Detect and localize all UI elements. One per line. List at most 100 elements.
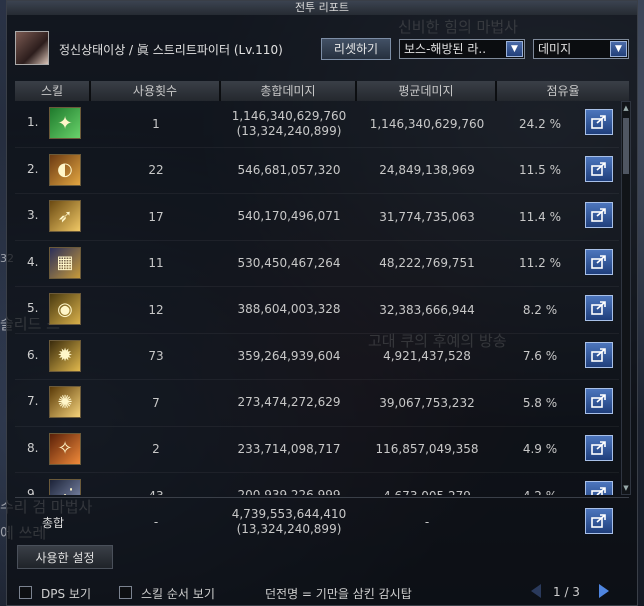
uses-cell: 43 <box>91 473 221 496</box>
row-index: 5. <box>27 301 39 315</box>
skill-icon: ✧ <box>49 432 81 465</box>
total-damage-cell: 540,170,496,071 <box>221 194 357 239</box>
skill-icon: ◉ <box>49 293 81 325</box>
scroll-thumb[interactable] <box>623 118 629 174</box>
chevron-down-icon[interactable]: ▼ <box>506 41 523 57</box>
total-row: 총합 - 4,739,553,644,410 (13,324,240,899) … <box>15 497 629 546</box>
total-uses: - <box>153 515 159 529</box>
share-button[interactable] <box>585 388 613 414</box>
share-button[interactable] <box>585 202 613 228</box>
scroll-up-icon[interactable]: ▲ <box>622 102 630 114</box>
skill-icon: ▦ <box>49 246 81 279</box>
table-row: 4. ▦ 11 530,450,467,264 48,222,769,751 1… <box>15 241 619 287</box>
row-index: 9. <box>27 487 39 495</box>
share-cell: 11.4 % <box>519 209 561 224</box>
skill-order-label: 스킬 순서 보기 <box>141 587 215 601</box>
uses-cell: 73 <box>148 349 164 363</box>
table-row: 5. ◉ 12 388,604,003,328 32,383,666,944 8… <box>15 287 619 334</box>
avg-damage-cell: 1,146,340,629,760 <box>369 116 485 131</box>
row-index: 2. <box>27 161 39 176</box>
boss-select[interactable]: 보스-해방된 라.. ▼ <box>399 39 525 59</box>
table-header: 스킬 사용횟수 총합데미지 평균데미지 점유율 <box>15 81 629 101</box>
share-icon <box>591 254 606 269</box>
row-index: 6. <box>27 347 39 362</box>
total-avg: - <box>424 515 430 529</box>
reset-button[interactable]: 리셋하기 <box>321 38 391 60</box>
avg-damage-cell: 4,673,005,279 <box>357 473 497 496</box>
table-row: 1. ✦ 1 1,146,340,629,760 (13,324,240,899… <box>15 101 619 148</box>
skill-order-checkbox[interactable] <box>119 586 132 599</box>
next-page-icon[interactable] <box>599 584 609 598</box>
share-button[interactable] <box>585 295 613 321</box>
share-icon <box>591 514 606 528</box>
total-damage-cell: 1,146,340,629,760 (13,324,240,899) <box>221 101 357 146</box>
dungeon-status: 던전명 = 기만을 삼킨 감시탑 <box>265 587 412 601</box>
row-index: 8. <box>27 440 39 455</box>
avg-damage-cell: 39,067,753,232 <box>379 395 475 410</box>
total-damage-cell: 4,739,553,644,410 (13,324,240,899) <box>221 498 357 546</box>
total-damage-sub: (13,324,240,899) <box>236 123 342 138</box>
share-button[interactable] <box>585 434 613 461</box>
scroll-down-icon[interactable]: ▼ <box>622 482 630 494</box>
row-index: 1. <box>27 115 39 129</box>
share-cell: 8.2 % <box>522 302 558 317</box>
share-button[interactable] <box>585 508 613 534</box>
total-label: 총합 <box>41 515 65 530</box>
total-damage: 200,939,226,999 <box>237 488 341 495</box>
table-row: 2. ◐ 22 546,681,057,320 24,849,138,969 1… <box>15 148 619 194</box>
avg-damage-cell: 4,921,437,528 <box>383 349 471 363</box>
uses-cell: 22 <box>148 163 164 177</box>
total-damage: 388,604,003,328 <box>237 302 341 316</box>
type-select[interactable]: 데미지 ▼ <box>533 39 629 59</box>
table-scrollbar[interactable]: ▲ ▼ <box>621 101 631 495</box>
avg-damage-cell: 32,383,666,944 <box>379 302 475 317</box>
page-indicator: 1 / 3 <box>553 585 580 599</box>
share-cell: 24.2 % <box>519 116 561 131</box>
share-button[interactable] <box>585 248 613 275</box>
table-row: 7. ✺ 7 273,474,272,629 39,067,753,232 5.… <box>15 380 619 427</box>
uses-cell: 7 <box>152 395 160 410</box>
combat-report-window: 전투 리포트 정신상태이상 / 眞 스트리트파이터 (Lv.110) 리셋하기 … <box>6 0 638 606</box>
column-header-avg: 평균데미지 <box>357 81 497 101</box>
skill-icon: ◐ <box>49 153 81 186</box>
share-button[interactable] <box>585 109 613 135</box>
chevron-down-icon[interactable]: ▼ <box>610 41 627 57</box>
tab-used-settings[interactable]: 사용한 설정 <box>17 545 113 569</box>
avg-damage-cell: 116,857,049,358 <box>375 442 479 456</box>
skill-icon: ➶ <box>49 200 81 232</box>
skill-icon: ✦ <box>49 107 81 139</box>
total-damage-sub: (13,324,240,899) <box>236 522 342 536</box>
share-icon <box>591 487 606 495</box>
boss-select-value: 보스-해방된 라.. <box>404 42 487 56</box>
dps-checkbox[interactable] <box>19 586 32 599</box>
share-cell: 11.2 % <box>519 256 561 270</box>
table-row: 3. ➶ 17 540,170,496,071 31,774,735,063 1… <box>15 194 619 241</box>
total-damage: 1,146,340,629,760 <box>231 108 347 123</box>
share-button[interactable] <box>585 481 613 495</box>
total-damage-cell: 200,939,226,999 <box>221 473 357 495</box>
total-damage-cell: 359,264,939,604 <box>221 334 357 379</box>
character-avatar <box>15 31 49 65</box>
share-cell: 7.6 % <box>522 349 558 363</box>
share-button[interactable] <box>585 155 613 182</box>
character-name: 정신상태이상 / 眞 스트리트파이터 (Lv.110) <box>59 43 283 57</box>
table-row: 6. ✹ 73 359,264,939,604 4,921,437,528 7.… <box>15 334 619 380</box>
avg-damage-cell: 31,774,735,063 <box>379 209 475 224</box>
total-damage-cell: 273,474,272,629 <box>221 380 357 425</box>
column-header-skill: 스킬 <box>15 81 91 101</box>
column-header-share: 점유율 <box>497 81 629 101</box>
share-button[interactable] <box>585 341 613 368</box>
uses-cell: 1 <box>152 116 160 131</box>
avg-damage-cell: 48,222,769,751 <box>379 256 475 270</box>
type-select-value: 데미지 <box>538 42 572 56</box>
uses-cell: 2 <box>152 442 160 456</box>
prev-page-icon[interactable] <box>531 584 541 598</box>
total-damage-cell: 233,714,098,717 <box>221 427 357 472</box>
share-icon <box>591 301 606 315</box>
total-damage-cell: 530,450,467,264 <box>221 241 357 286</box>
skill-icon: ✺ <box>49 386 81 418</box>
total-damage: 273,474,272,629 <box>237 395 341 409</box>
row-index: 3. <box>27 208 39 222</box>
footer-bar: DPS 보기 스킬 순서 보기 던전명 = 기만을 삼킨 감시탑 1 / 3 <box>7 577 637 605</box>
total-damage: 233,714,098,717 <box>237 441 341 456</box>
